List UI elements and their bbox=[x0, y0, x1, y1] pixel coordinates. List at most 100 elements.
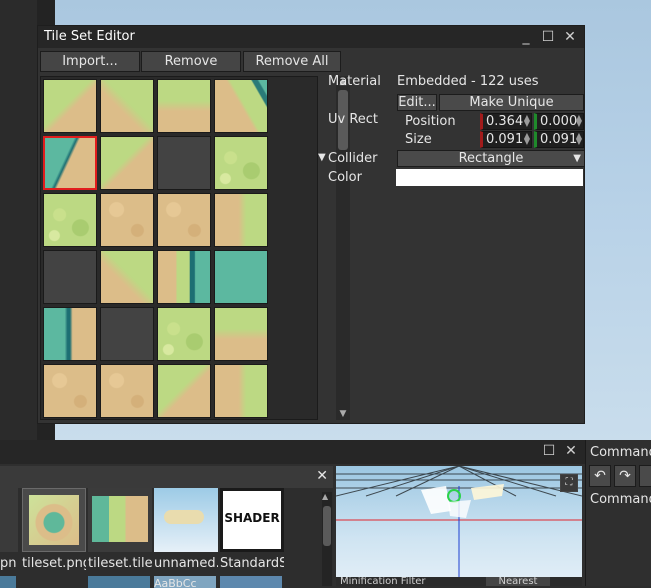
shader-icon: SHADER bbox=[224, 511, 280, 525]
redo-icon[interactable]: ↷ bbox=[614, 465, 636, 487]
tile-item[interactable] bbox=[214, 136, 268, 190]
asset-thumbnail[interactable] bbox=[88, 488, 152, 552]
spinner-icon[interactable]: ▲ ▼ bbox=[576, 132, 582, 146]
close-icon[interactable]: ✕ bbox=[561, 440, 581, 462]
tile-grid[interactable] bbox=[40, 76, 318, 420]
asset-label: StandardS bbox=[220, 556, 284, 571]
tile-item[interactable] bbox=[214, 79, 268, 133]
close-icon[interactable]: ✕ bbox=[560, 26, 580, 48]
spinner-icon[interactable]: ▲ ▼ bbox=[524, 132, 530, 146]
tileset-icon bbox=[92, 496, 148, 542]
tile-item[interactable] bbox=[214, 250, 268, 304]
size-x-value: 0.091 bbox=[486, 132, 524, 147]
tile-item[interactable] bbox=[100, 79, 154, 133]
filter-dropdown[interactable]: Nearest bbox=[486, 577, 550, 586]
filter-label: Minification Filter bbox=[340, 577, 426, 586]
position-label: Position bbox=[405, 114, 456, 129]
uv-rect-label: Uv Rect bbox=[328, 112, 379, 127]
asset-next-row-label: AaBbCc bbox=[154, 577, 197, 588]
tile-item-empty[interactable] bbox=[100, 307, 154, 361]
clear-icon[interactable] bbox=[639, 465, 651, 487]
material-label: Material bbox=[328, 74, 381, 89]
collider-value: Rectangle bbox=[458, 151, 524, 166]
material-value: Embedded - 122 uses bbox=[397, 74, 539, 89]
asset-thumbnail[interactable] bbox=[0, 488, 18, 552]
tile-item[interactable] bbox=[157, 364, 211, 418]
tile-item[interactable] bbox=[43, 364, 97, 418]
bottom-panel-titlebar: ☐ ✕ bbox=[0, 440, 585, 464]
command-list-item[interactable]: Command bbox=[590, 492, 651, 507]
size-y-value: 0.091 bbox=[540, 132, 578, 147]
tile-grid-scrollbar[interactable]: ▲ ▼ bbox=[336, 76, 350, 420]
position-y-field[interactable]: 0.000 ▲ ▼ bbox=[534, 113, 584, 130]
window-title: Tile Set Editor bbox=[44, 29, 135, 44]
asset-label: tileset.png bbox=[22, 556, 86, 571]
tile-item[interactable] bbox=[43, 307, 97, 361]
position-x-field[interactable]: 0.364 ▲ ▼ bbox=[480, 113, 532, 130]
tile-item[interactable] bbox=[214, 307, 268, 361]
asset-thumbnail[interactable] bbox=[0, 576, 16, 588]
minimize-icon[interactable]: _ bbox=[516, 26, 536, 48]
asset-thumbnail[interactable]: AaBbCc bbox=[154, 576, 216, 588]
tile-item[interactable] bbox=[157, 307, 211, 361]
fit-view-icon[interactable]: ⛶ bbox=[560, 474, 578, 492]
asset-thumbnail[interactable] bbox=[88, 576, 150, 588]
tile-item[interactable] bbox=[157, 250, 211, 304]
tile-item-selected[interactable] bbox=[43, 136, 97, 190]
tile-item[interactable] bbox=[43, 193, 97, 247]
undo-icon[interactable]: ↶ bbox=[589, 465, 611, 487]
tile-set-editor-window: Tile Set Editor _ ☐ ✕ Import... Remove R… bbox=[37, 25, 585, 424]
asset-browser-header: ✕ bbox=[0, 466, 333, 488]
scrollbar-thumb[interactable] bbox=[323, 506, 331, 546]
asset-label: pn bbox=[0, 556, 17, 571]
asset-preview-viewport[interactable]: ⛶ Minification Filter Nearest bbox=[336, 466, 582, 586]
edit-material-button[interactable]: Edit... bbox=[397, 94, 437, 111]
collider-dropdown[interactable]: Rectangle ▼ bbox=[397, 150, 585, 167]
tile-item-empty[interactable] bbox=[43, 250, 97, 304]
asset-thumbnail[interactable] bbox=[220, 576, 282, 588]
scroll-up-icon[interactable]: ▲ bbox=[322, 492, 328, 501]
tile-item[interactable] bbox=[100, 250, 154, 304]
filter-row: Minification Filter Nearest bbox=[336, 577, 582, 586]
asset-thumbnail-selected[interactable] bbox=[22, 488, 86, 552]
remove-all-button[interactable]: Remove All bbox=[243, 51, 341, 72]
tile-item[interactable] bbox=[100, 136, 154, 190]
command-panel: Command ↶ ↷ Command bbox=[585, 440, 651, 586]
asset-thumbnail[interactable]: SHADER bbox=[220, 488, 284, 552]
window-titlebar[interactable]: Tile Set Editor _ ☐ ✕ bbox=[38, 26, 584, 48]
maximize-icon[interactable]: ☐ bbox=[539, 440, 559, 462]
size-x-field[interactable]: 0.091 ▲ ▼ bbox=[480, 131, 532, 148]
tile-item-empty[interactable] bbox=[157, 136, 211, 190]
tile-item[interactable] bbox=[157, 193, 211, 247]
close-icon[interactable]: ✕ bbox=[316, 468, 328, 484]
asset-scrollbar[interactable]: ▲ bbox=[322, 492, 332, 586]
color-swatch[interactable] bbox=[396, 169, 583, 186]
asset-thumbnail[interactable] bbox=[154, 488, 218, 552]
asset-label: tileset.tiles bbox=[88, 556, 152, 571]
color-label: Color bbox=[328, 170, 362, 185]
make-unique-button[interactable]: Make Unique bbox=[439, 94, 584, 111]
tile-item[interactable] bbox=[100, 364, 154, 418]
tile-item[interactable] bbox=[214, 364, 268, 418]
bottom-panel: ☐ ✕ ✕ ▲ SHADER pn tileset.png tileset.ti… bbox=[0, 440, 585, 588]
collider-expand-icon[interactable]: ▼ bbox=[318, 152, 326, 163]
collider-label: Collider bbox=[328, 151, 378, 166]
asset-label: unnamed. bbox=[154, 556, 218, 571]
size-y-field[interactable]: 0.091 ▲ ▼ bbox=[534, 131, 584, 148]
tile-item[interactable] bbox=[157, 79, 211, 133]
tile-item[interactable] bbox=[100, 193, 154, 247]
spinner-icon[interactable]: ▲ ▼ bbox=[524, 114, 530, 128]
position-x-value: 0.364 bbox=[486, 114, 524, 129]
maximize-icon[interactable]: ☐ bbox=[538, 26, 558, 48]
scroll-down-icon[interactable]: ▼ bbox=[336, 408, 350, 420]
command-panel-title: Command bbox=[590, 445, 651, 460]
tile-item[interactable] bbox=[214, 193, 268, 247]
import-button[interactable]: Import... bbox=[40, 51, 140, 72]
size-label: Size bbox=[405, 132, 432, 147]
remove-button[interactable]: Remove bbox=[141, 51, 241, 72]
key-icon bbox=[164, 510, 204, 524]
image-icon bbox=[29, 495, 79, 545]
tile-item[interactable] bbox=[43, 79, 97, 133]
position-y-value: 0.000 bbox=[540, 114, 578, 129]
spinner-icon[interactable]: ▲ ▼ bbox=[576, 114, 582, 128]
